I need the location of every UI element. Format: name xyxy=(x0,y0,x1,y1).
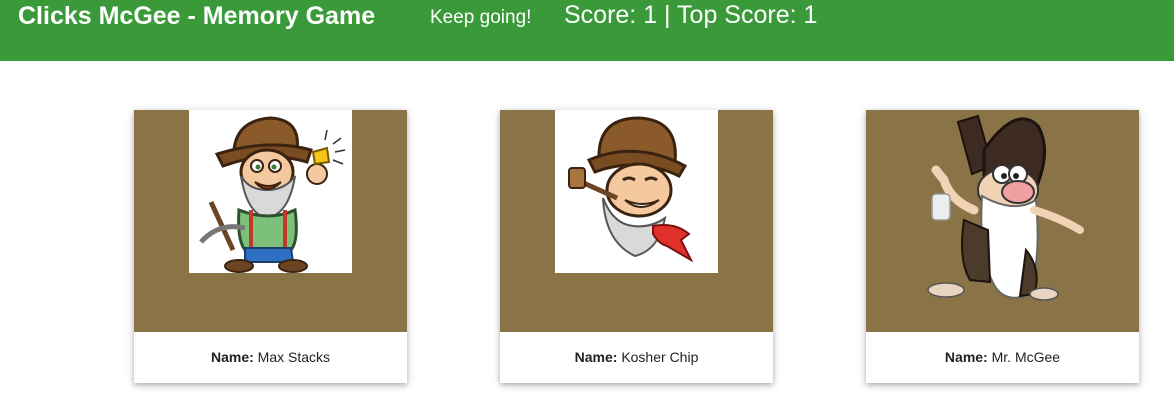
prospector-with-gold-nugget-image[interactable] xyxy=(189,110,352,273)
character-card[interactable]: Name: Kosher Chip xyxy=(500,110,773,383)
card-image-area[interactable] xyxy=(134,110,407,332)
card-caption: Name: Max Stacks xyxy=(134,332,407,383)
name-label: Name: xyxy=(944,349,988,365)
character-name: Max Stacks xyxy=(257,349,331,365)
character-card[interactable]: Name: Max Stacks xyxy=(134,110,407,383)
card-caption: Name: Mr. McGee xyxy=(866,332,1139,383)
game-status-message: Keep going! xyxy=(430,7,532,28)
name-label: Name: xyxy=(210,349,254,365)
character-name: Mr. McGee xyxy=(991,349,1061,365)
card-caption: Name: Kosher Chip xyxy=(500,332,773,383)
old-prospector-pointing-image[interactable] xyxy=(866,110,1139,332)
navbar: Clicks McGee - Memory Game Keep going! S… xyxy=(0,0,1174,61)
card-image-area[interactable] xyxy=(500,110,773,332)
character-card[interactable]: Name: Mr. McGee xyxy=(866,110,1139,383)
prospector-with-pipe-image[interactable] xyxy=(555,110,718,273)
character-name: Kosher Chip xyxy=(621,349,699,365)
score-display: Score: 1 | Top Score: 1 xyxy=(564,1,818,29)
app-title[interactable]: Clicks McGee - Memory Game xyxy=(18,2,375,31)
name-label: Name: xyxy=(574,349,618,365)
